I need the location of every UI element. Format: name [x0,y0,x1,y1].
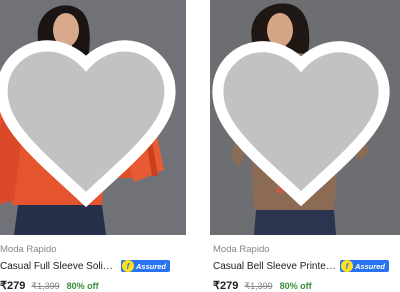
product-mrp: ₹1,399 [244,281,273,291]
product-title[interactable]: Casual Bell Sleeve Printed ... [213,261,337,272]
assured-label: Assured [136,261,167,271]
product-brand: Moda Rapido [0,244,57,255]
product-price: ₹279 [213,280,239,292]
product-mrp: ₹1,399 [31,281,60,291]
product-image[interactable] [210,0,400,235]
product-image[interactable] [0,0,186,235]
product-card[interactable]: Moda Rapido Casual Full Sleeve Solid Wo.… [0,0,186,292]
assured-badge: f Assured [340,260,390,272]
heart-icon[interactable] [0,2,182,235]
assured-label: Assured [355,261,386,271]
product-discount: 80% off [66,281,99,291]
product-brand: Moda Rapido [213,244,270,255]
f-assured-icon: f [122,260,134,272]
f-assured-icon: f [341,260,353,272]
heart-icon[interactable] [210,2,396,235]
product-card[interactable]: Moda Rapido Casual Bell Sleeve Printed .… [210,0,400,292]
assured-badge: f Assured [121,260,171,272]
product-price: ₹279 [0,280,26,292]
product-title[interactable]: Casual Full Sleeve Solid Wo... [0,261,118,272]
product-discount: 80% off [279,281,312,291]
